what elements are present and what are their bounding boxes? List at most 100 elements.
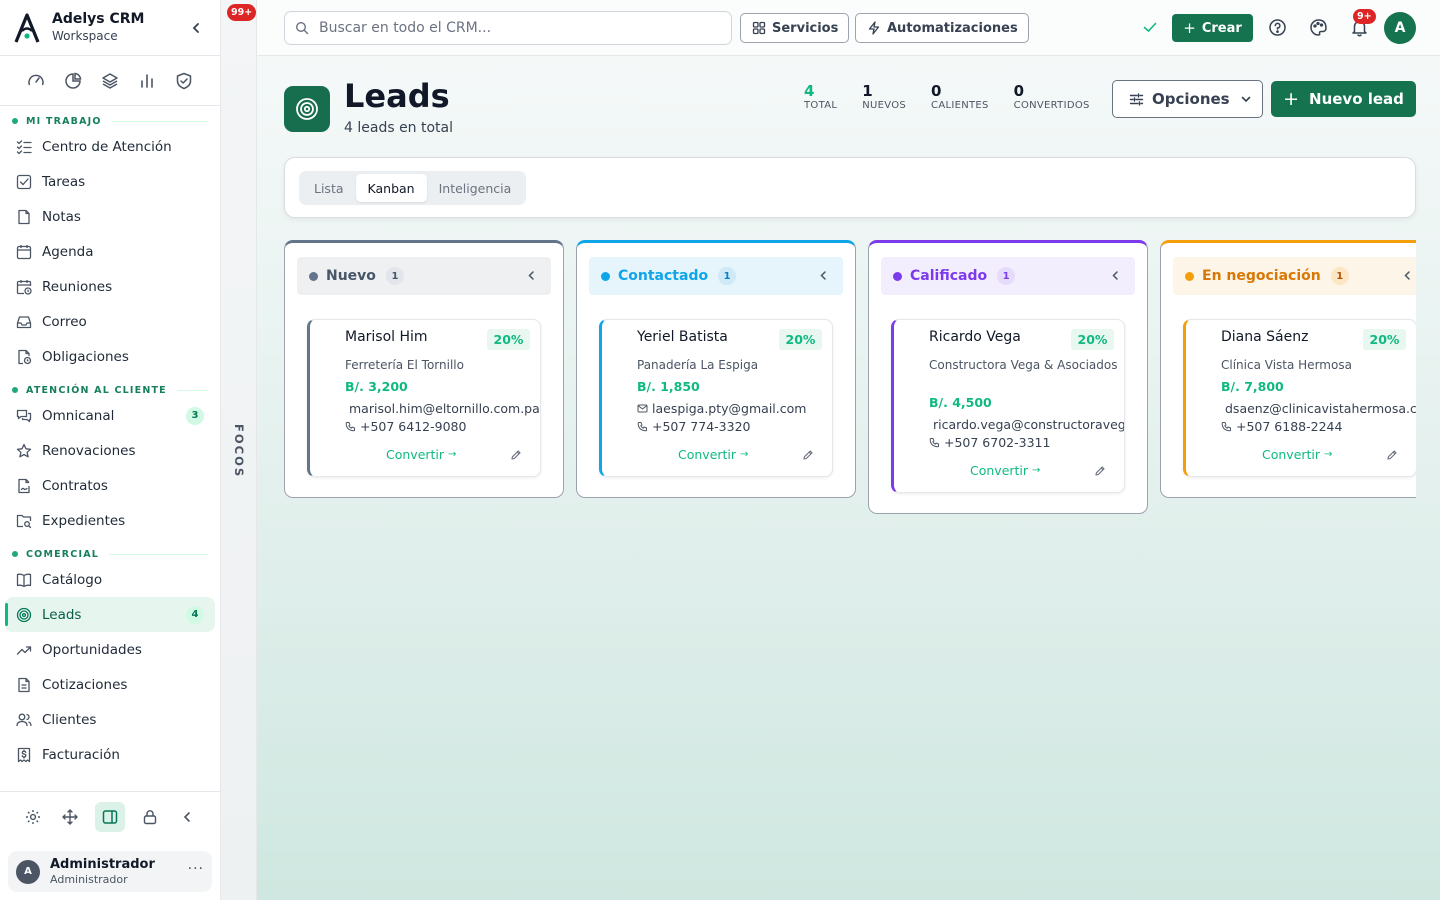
sidebar-item-label: Expedientes <box>42 512 126 529</box>
sidebar-item-notas[interactable]: Notas <box>5 199 215 234</box>
pie-chart-icon[interactable] <box>64 72 82 90</box>
lock-icon[interactable] <box>138 802 162 832</box>
palette-icon[interactable] <box>1309 18 1328 37</box>
convert-label: Convertir <box>970 463 1029 478</box>
lead-card[interactable]: Yeriel Batista 20% Panadería La Espiga B/. … <box>599 319 833 477</box>
sidebar-item-renovaciones[interactable]: Renovaciones <box>5 433 215 468</box>
collapse-column-icon[interactable] <box>1402 270 1413 281</box>
tab-lista[interactable]: Lista <box>302 174 356 202</box>
lead-phone[interactable]: +507 6188-2244 <box>1236 419 1342 434</box>
lead-email[interactable]: dsaenz@clinicavistahermosa.com <box>1225 401 1416 416</box>
edit-pencil-icon[interactable] <box>1386 449 1398 461</box>
move-icon[interactable] <box>58 802 82 832</box>
sidebar-item-agenda[interactable]: Agenda <box>5 234 215 269</box>
user-menu[interactable]: A Administrador Administrador ··· <box>8 851 212 892</box>
lead-phone[interactable]: +507 6412-9080 <box>360 419 466 434</box>
lead-email[interactable]: marisol.him@eltornillo.com.pa <box>349 401 540 416</box>
create-button[interactable]: + Crear <box>1172 14 1253 42</box>
tab-inteligencia[interactable]: Inteligencia <box>427 174 524 202</box>
convert-lead-button[interactable]: Convertir → <box>678 447 748 462</box>
lightning-icon <box>868 21 880 35</box>
lead-card[interactable]: Ricardo Vega 20% Constructora Vega & Asoci… <box>891 319 1125 493</box>
edit-pencil-icon[interactable] <box>802 449 814 461</box>
sidebar-item-catalogo[interactable]: Catálogo <box>5 562 215 597</box>
main-content: Servicios Automatizaciones + Crear 9+ A … <box>257 0 1440 900</box>
gauge-icon[interactable] <box>27 72 45 90</box>
lead-card[interactable]: Marisol Him 20% Ferretería El Tornillo B/. … <box>307 319 541 477</box>
sidebar-item-contratos[interactable]: Contratos <box>5 468 215 503</box>
collapse-column-icon[interactable] <box>818 270 829 281</box>
settings-gear-icon[interactable] <box>21 802 45 832</box>
new-lead-button[interactable]: + Nuevo lead <box>1271 81 1416 117</box>
user-avatar: A <box>16 859 40 884</box>
receipt-icon <box>16 747 32 763</box>
sidebar-item-clientes[interactable]: Clientes <box>5 702 215 737</box>
tab-kanban[interactable]: Kanban <box>355 174 427 202</box>
lead-email-row: laespiga.pty@gmail.com <box>637 401 806 416</box>
sidebar-item-omnicanal[interactable]: Omnicanal 3 <box>5 398 215 433</box>
more-options-icon[interactable]: ··· <box>188 861 204 883</box>
sidebar-item-centro-de-atencion[interactable]: Centro de Atención <box>5 129 215 164</box>
user-role: Administrador <box>50 872 128 886</box>
stat-hot: 0 CALIENTES <box>931 83 989 111</box>
sidebar-item-cotizaciones[interactable]: Cotizaciones <box>5 667 215 702</box>
sidebar-item-label: Reuniones <box>42 278 113 295</box>
lead-card[interactable]: Diana Sáenz 20% Clínica Vista Hermosa B/. 7… <box>1183 319 1416 477</box>
lead-phone[interactable]: +507 774-3320 <box>652 419 751 434</box>
calendar-clock-icon <box>16 279 32 295</box>
sidebar-item-expedientes[interactable]: Expedientes <box>5 503 215 538</box>
lead-phone[interactable]: +507 6702-3311 <box>944 435 1050 450</box>
column-title: Nuevo <box>326 268 376 284</box>
collapse-sidebar-button[interactable] <box>186 18 206 38</box>
phone-icon <box>929 438 939 448</box>
automations-button[interactable]: Automatizaciones <box>855 13 1029 43</box>
focus-panel-toggle[interactable]: 99+ FOCOS <box>221 0 257 900</box>
nav-section-title: MI TRABAJO <box>26 115 102 127</box>
column-count-badge: 1 <box>385 267 404 285</box>
search-input[interactable] <box>319 20 719 36</box>
services-button[interactable]: Servicios <box>740 13 850 43</box>
lead-email-row: marisol.him@eltornillo.com.pa <box>345 401 540 416</box>
probability-badge: 20% <box>487 329 530 350</box>
leads-page-icon <box>284 86 330 132</box>
layers-icon[interactable] <box>101 72 119 90</box>
chevron-down-icon <box>1241 96 1250 103</box>
sidebar-item-count-badge: 3 <box>186 406 204 425</box>
help-icon[interactable] <box>1268 18 1287 37</box>
lead-name: Yeriel Batista <box>637 329 728 345</box>
collapse-column-icon[interactable] <box>526 270 537 281</box>
shield-check-icon[interactable] <box>175 72 193 90</box>
mail-icon <box>637 404 648 413</box>
sidebar-item-tareas[interactable]: Tareas <box>5 164 215 199</box>
brand-name: Adelys CRM <box>52 11 145 28</box>
sidebar-item-leads[interactable]: Leads 4 <box>5 597 215 632</box>
options-button[interactable]: Opciones <box>1112 80 1263 118</box>
probability-badge: 20% <box>1071 329 1114 350</box>
sidebar-item-obligaciones[interactable]: Obligaciones <box>5 339 215 374</box>
collapse-column-icon[interactable] <box>1110 270 1121 281</box>
section-dot <box>12 551 18 557</box>
convert-lead-button[interactable]: Convertir → <box>1262 447 1332 462</box>
sidebar-item-facturacion[interactable]: Facturación <box>5 737 215 772</box>
chevron-left-icon[interactable] <box>175 802 199 832</box>
global-search[interactable] <box>284 11 732 45</box>
panel-layout-icon[interactable] <box>95 802 125 832</box>
lead-name: Ricardo Vega <box>929 329 1021 345</box>
convert-lead-button[interactable]: Convertir → <box>970 463 1040 478</box>
trending-up-icon <box>16 642 32 658</box>
edit-pencil-icon[interactable] <box>1094 465 1106 477</box>
sidebar-item-correo[interactable]: Correo <box>5 304 215 339</box>
sidebar-item-reuniones[interactable]: Reuniones <box>5 269 215 304</box>
sidebar-item-oportunidades[interactable]: Oportunidades <box>5 632 215 667</box>
file-signature-icon <box>16 478 32 494</box>
account-avatar[interactable]: A <box>1384 12 1416 44</box>
convert-lead-button[interactable]: Convertir → <box>386 447 456 462</box>
edit-pencil-icon[interactable] <box>510 449 522 461</box>
view-tabs: Lista Kanban Inteligencia <box>299 171 527 205</box>
bar-chart-icon[interactable] <box>138 72 156 90</box>
sidebar-item-label: Oportunidades <box>42 641 142 658</box>
lead-email[interactable]: ricardo.vega@constructoravega.com <box>933 417 1124 432</box>
lead-phone-row: +507 6188-2244 <box>1221 419 1342 434</box>
sidebar: Adelys CRM Workspace MI TRABAJO Centro de… <box>0 0 221 900</box>
lead-email[interactable]: laespiga.pty@gmail.com <box>652 401 806 416</box>
